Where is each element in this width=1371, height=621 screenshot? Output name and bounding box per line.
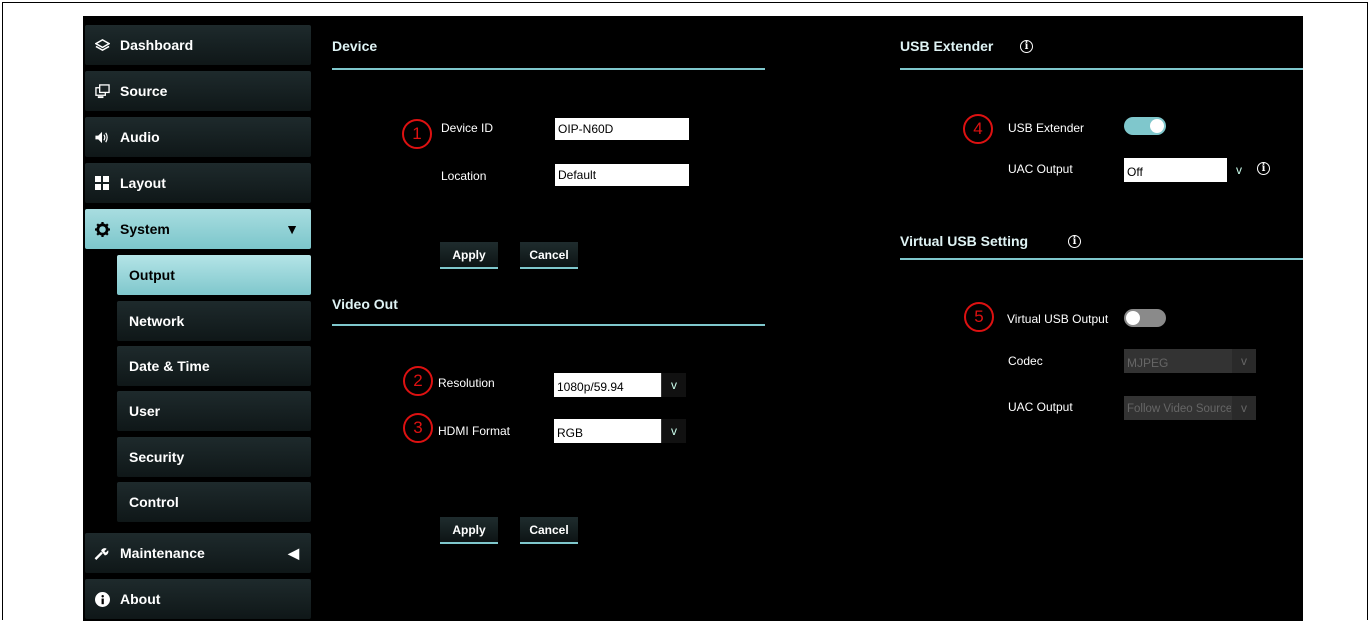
sidebar-item-label: System [120,221,170,237]
sidebar-item-label: Audio [120,129,160,145]
codec-label: Codec [1008,354,1043,368]
callout-3: 3 [403,413,433,443]
usb-extender-section-rule [900,68,1303,70]
usb-extender-section-title: USB Extender [900,38,994,54]
sidebar-item-label: Maintenance [120,545,205,561]
callout-1: 1 [402,119,432,149]
sidebar-subitem-output[interactable]: Output [117,255,311,295]
wrench-icon [94,545,110,561]
chevron-down-icon: v [1227,158,1251,182]
sidebar-subitem-security[interactable]: Security [117,437,311,477]
resolution-label: Resolution [438,376,495,390]
uac-output-value: Off [1124,158,1227,182]
sidebar-subitem-network[interactable]: Network [117,301,311,341]
sidebar-subitem-label: Security [129,449,185,465]
device-apply-button[interactable]: Apply [440,242,498,269]
uac-output-info-icon[interactable]: i [1257,162,1270,175]
device-id-field[interactable] [555,118,689,140]
gear-icon [94,221,110,237]
video-out-section-title: Video Out [332,296,398,312]
toggle-knob [1126,311,1140,325]
sidebar-subitem-label: User [129,403,161,419]
video-cancel-button[interactable]: Cancel [520,517,578,544]
toggle-knob [1150,119,1164,133]
resolution-select[interactable]: 1080p/59.94 v [554,373,686,397]
chevron-down-icon: v [661,419,686,443]
codec-select[interactable]: MJPEG v [1124,349,1256,373]
device-section-title: Device [332,38,378,54]
hdmi-format-value: RGB [554,419,661,443]
usb-extender-info-icon[interactable]: i [1020,40,1033,53]
sidebar-item-about[interactable]: About [85,579,311,619]
device-section-rule [332,68,765,70]
sidebar-item-system[interactable]: System ▼ [85,209,311,249]
sidebar-subitem-date-time[interactable]: Date & Time [117,346,311,386]
sidebar-subitem-label: Date & Time [129,358,210,374]
info-icon [94,591,110,607]
virtual-uac-output-value: Follow Video Source [1124,396,1231,420]
virtual-usb-section-rule [900,258,1303,260]
sidebar-subitem-label: Output [129,267,175,283]
hdmi-format-label: HDMI Format [438,424,510,438]
sidebar-item-label: About [120,591,161,607]
sidebar-item-dashboard[interactable]: Dashboard [85,25,311,65]
video-apply-button[interactable]: Apply [440,517,498,544]
monitor-icon [94,83,110,99]
usb-extender-toggle[interactable] [1124,117,1166,135]
sidebar-subitem-label: Control [129,494,179,510]
resolution-value: 1080p/59.94 [554,373,661,397]
sidebar-subitem-control[interactable]: Control [117,482,311,522]
uac-output-label: UAC Output [1008,162,1073,176]
chevron-down-icon: v [1231,396,1256,420]
sidebar-subitem-user[interactable]: User [117,391,311,431]
virtual-uac-output-select[interactable]: Follow Video Source v [1124,396,1256,420]
location-label: Location [441,169,487,183]
chevron-down-icon: v [1231,349,1256,373]
callout-5: 5 [964,302,994,332]
speaker-icon [94,129,110,145]
usb-extender-label: USB Extender [1008,121,1085,135]
virtual-usb-output-toggle[interactable] [1124,309,1166,327]
video-out-section-rule [332,324,765,326]
chevron-down-icon: v [661,373,686,397]
codec-value: MJPEG [1124,349,1231,373]
callout-2: 2 [403,366,433,396]
layers-icon [94,37,110,53]
caret-left-icon: ◀ [288,544,299,561]
device-cancel-button[interactable]: Cancel [520,242,578,269]
sidebar-item-maintenance[interactable]: Maintenance ◀ [85,533,311,573]
caret-down-icon: ▼ [285,221,299,237]
uac-output-select[interactable]: Off v [1124,158,1251,182]
grid-icon [94,175,110,191]
sidebar-item-source[interactable]: Source [85,71,311,111]
device-id-label: Device ID [441,121,494,135]
virtual-usb-info-icon[interactable]: i [1068,235,1081,248]
sidebar-item-label: Dashboard [120,37,194,53]
virtual-usb-output-label: Virtual USB Output [1007,312,1109,326]
app-screen: Dashboard Source Audio Layout System ▼ O… [83,16,1303,621]
sidebar-item-audio[interactable]: Audio [85,117,311,157]
callout-4: 4 [963,114,993,144]
virtual-usb-section-title: Virtual USB Setting [900,233,1029,249]
location-field[interactable] [555,164,689,186]
sidebar-subitem-label: Network [129,313,185,329]
sidebar-item-label: Source [120,83,168,99]
sidebar-item-label: Layout [120,175,166,191]
hdmi-format-select[interactable]: RGB v [554,419,686,443]
sidebar-item-layout[interactable]: Layout [85,163,311,203]
virtual-uac-output-label: UAC Output [1008,400,1073,414]
